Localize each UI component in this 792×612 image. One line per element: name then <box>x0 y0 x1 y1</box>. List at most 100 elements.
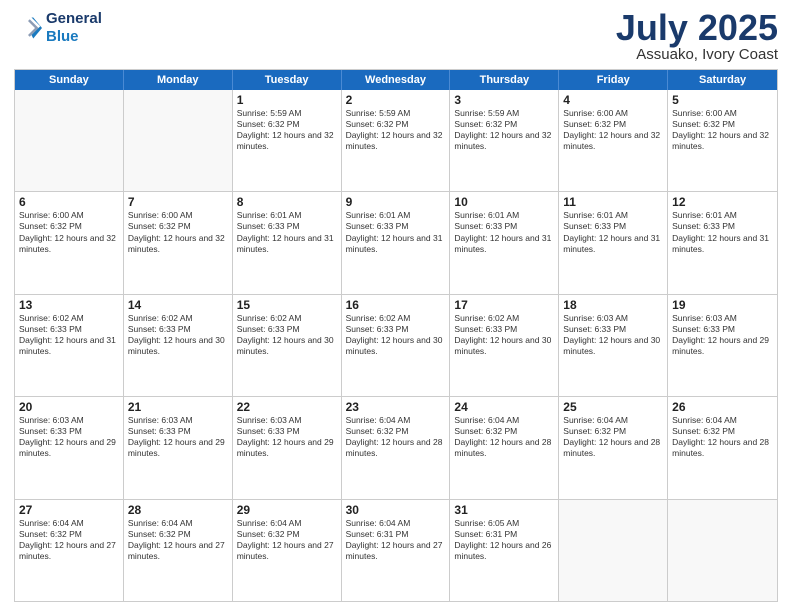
day-info: Sunrise: 6:02 AM Sunset: 6:33 PM Dayligh… <box>128 313 228 357</box>
calendar-cell: 22Sunrise: 6:03 AM Sunset: 6:33 PM Dayli… <box>233 397 342 498</box>
day-number: 12 <box>672 195 773 209</box>
day-info: Sunrise: 6:04 AM Sunset: 6:32 PM Dayligh… <box>563 415 663 459</box>
calendar-week-5: 27Sunrise: 6:04 AM Sunset: 6:32 PM Dayli… <box>15 499 777 601</box>
day-number: 2 <box>346 93 446 107</box>
logo: General Blue <box>14 10 102 46</box>
calendar-cell: 12Sunrise: 6:01 AM Sunset: 6:33 PM Dayli… <box>668 192 777 293</box>
calendar-cell: 16Sunrise: 6:02 AM Sunset: 6:33 PM Dayli… <box>342 295 451 396</box>
logo-icon <box>14 14 42 42</box>
day-number: 3 <box>454 93 554 107</box>
weekday-header-monday: Monday <box>124 70 233 90</box>
day-number: 14 <box>128 298 228 312</box>
calendar-week-4: 20 Sunrise: 6:03 AM Sunset: 6:33 PM Dayli… <box>15 396 777 498</box>
calendar-header-row: SundayMondayTuesdayWednesdayThursdayFrid… <box>15 70 777 90</box>
calendar-cell <box>668 500 777 601</box>
title-block: July 2025 Assuako, Ivory Coast <box>616 10 778 63</box>
calendar-cell: 17Sunrise: 6:02 AM Sunset: 6:33 PM Dayli… <box>450 295 559 396</box>
day-info: Sunrise: 6:00 AM Sunset: 6:32 PM Dayligh… <box>128 210 228 254</box>
day-info: Sunrise: 6:04 AM Sunset: 6:32 PM Dayligh… <box>19 518 119 562</box>
calendar-cell: 27Sunrise: 6:04 AM Sunset: 6:32 PM Dayli… <box>15 500 124 601</box>
calendar-cell: 24Sunrise: 6:04 AM Sunset: 6:32 PM Dayli… <box>450 397 559 498</box>
day-number: 30 <box>346 503 446 517</box>
calendar-cell: 25Sunrise: 6:04 AM Sunset: 6:32 PM Dayli… <box>559 397 668 498</box>
calendar-cell: 29Sunrise: 6:04 AM Sunset: 6:32 PM Dayli… <box>233 500 342 601</box>
day-info: Sunrise: 6:05 AM Sunset: 6:31 PM Dayligh… <box>454 518 554 562</box>
day-info: Sunrise: 6:02 AM Sunset: 6:33 PM Dayligh… <box>346 313 446 357</box>
calendar-cell: 20Sunrise: 6:03 AM Sunset: 6:33 PM Dayli… <box>15 397 124 498</box>
day-number: 23 <box>346 400 446 414</box>
day-number: 27 <box>19 503 119 517</box>
day-info: Sunrise: 6:04 AM Sunset: 6:32 PM Dayligh… <box>346 415 446 459</box>
calendar-cell: 5Sunrise: 6:00 AM Sunset: 6:32 PM Daylig… <box>668 90 777 191</box>
day-number: 10 <box>454 195 554 209</box>
calendar-cell: 11Sunrise: 6:01 AM Sunset: 6:33 PM Dayli… <box>559 192 668 293</box>
day-info: Sunrise: 6:03 AM Sunset: 6:33 PM Dayligh… <box>128 415 228 459</box>
day-number: 15 <box>237 298 337 312</box>
calendar-week-2: 6Sunrise: 6:00 AM Sunset: 6:32 PM Daylig… <box>15 191 777 293</box>
calendar-cell: 6Sunrise: 6:00 AM Sunset: 6:32 PM Daylig… <box>15 192 124 293</box>
day-number: 11 <box>563 195 663 209</box>
weekday-header-tuesday: Tuesday <box>233 70 342 90</box>
calendar-body: 1Sunrise: 5:59 AM Sunset: 6:32 PM Daylig… <box>15 90 777 601</box>
day-number: 26 <box>672 400 773 414</box>
day-info: Sunrise: 6:04 AM Sunset: 6:31 PM Dayligh… <box>346 518 446 562</box>
calendar-cell: 30Sunrise: 6:04 AM Sunset: 6:31 PM Dayli… <box>342 500 451 601</box>
weekday-header-sunday: Sunday <box>15 70 124 90</box>
calendar-cell: 15Sunrise: 6:02 AM Sunset: 6:33 PM Dayli… <box>233 295 342 396</box>
calendar-cell: 1Sunrise: 5:59 AM Sunset: 6:32 PM Daylig… <box>233 90 342 191</box>
day-info: Sunrise: 5:59 AM Sunset: 6:32 PM Dayligh… <box>346 108 446 152</box>
weekday-header-wednesday: Wednesday <box>342 70 451 90</box>
day-info: Sunrise: 6:00 AM Sunset: 6:32 PM Dayligh… <box>672 108 773 152</box>
calendar-cell: 28Sunrise: 6:04 AM Sunset: 6:32 PM Dayli… <box>124 500 233 601</box>
day-number: 8 <box>237 195 337 209</box>
day-number: 5 <box>672 93 773 107</box>
logo-text: General Blue <box>46 10 102 46</box>
day-number: 17 <box>454 298 554 312</box>
day-number: 29 <box>237 503 337 517</box>
calendar-week-3: 13Sunrise: 6:02 AM Sunset: 6:33 PM Dayli… <box>15 294 777 396</box>
calendar-cell: 26Sunrise: 6:04 AM Sunset: 6:32 PM Dayli… <box>668 397 777 498</box>
calendar-cell: 2Sunrise: 5:59 AM Sunset: 6:32 PM Daylig… <box>342 90 451 191</box>
day-number: 20 <box>19 400 119 414</box>
day-info: Sunrise: 6:03 AM Sunset: 6:33 PM Dayligh… <box>563 313 663 357</box>
calendar-cell: 13Sunrise: 6:02 AM Sunset: 6:33 PM Dayli… <box>15 295 124 396</box>
calendar-cell: 14Sunrise: 6:02 AM Sunset: 6:33 PM Dayli… <box>124 295 233 396</box>
calendar-cell: 3Sunrise: 5:59 AM Sunset: 6:32 PM Daylig… <box>450 90 559 191</box>
calendar-cell: 31Sunrise: 6:05 AM Sunset: 6:31 PM Dayli… <box>450 500 559 601</box>
page: General Blue July 2025 Assuako, Ivory Co… <box>0 0 792 612</box>
day-number: 22 <box>237 400 337 414</box>
calendar-cell: 4Sunrise: 6:00 AM Sunset: 6:32 PM Daylig… <box>559 90 668 191</box>
day-number: 4 <box>563 93 663 107</box>
day-number: 1 <box>237 93 337 107</box>
weekday-header-friday: Friday <box>559 70 668 90</box>
calendar-cell: 7Sunrise: 6:00 AM Sunset: 6:32 PM Daylig… <box>124 192 233 293</box>
day-number: 9 <box>346 195 446 209</box>
calendar-cell: 21Sunrise: 6:03 AM Sunset: 6:33 PM Dayli… <box>124 397 233 498</box>
day-info: Sunrise: 5:59 AM Sunset: 6:32 PM Dayligh… <box>237 108 337 152</box>
day-number: 16 <box>346 298 446 312</box>
day-number: 19 <box>672 298 773 312</box>
day-info: Sunrise: 6:03 AM Sunset: 6:33 PM Dayligh… <box>672 313 773 357</box>
day-number: 28 <box>128 503 228 517</box>
calendar-cell: 8Sunrise: 6:01 AM Sunset: 6:33 PM Daylig… <box>233 192 342 293</box>
day-number: 13 <box>19 298 119 312</box>
day-info: Sunrise: 6:00 AM Sunset: 6:32 PM Dayligh… <box>19 210 119 254</box>
location: Assuako, Ivory Coast <box>616 46 778 63</box>
day-number: 21 <box>128 400 228 414</box>
day-info: Sunrise: 5:59 AM Sunset: 6:32 PM Dayligh… <box>454 108 554 152</box>
day-info: Sunrise: 6:04 AM Sunset: 6:32 PM Dayligh… <box>237 518 337 562</box>
day-info: Sunrise: 6:01 AM Sunset: 6:33 PM Dayligh… <box>672 210 773 254</box>
header: General Blue July 2025 Assuako, Ivory Co… <box>14 10 778 63</box>
day-info: Sunrise: 6:01 AM Sunset: 6:33 PM Dayligh… <box>454 210 554 254</box>
day-info: Sunrise: 6:02 AM Sunset: 6:33 PM Dayligh… <box>237 313 337 357</box>
calendar-cell: 18Sunrise: 6:03 AM Sunset: 6:33 PM Dayli… <box>559 295 668 396</box>
day-number: 31 <box>454 503 554 517</box>
day-info: Sunrise: 6:01 AM Sunset: 6:33 PM Dayligh… <box>346 210 446 254</box>
month-title: July 2025 <box>616 10 778 46</box>
calendar-cell <box>15 90 124 191</box>
day-info: Sunrise: 6:04 AM Sunset: 6:32 PM Dayligh… <box>672 415 773 459</box>
day-info: Sunrise: 6:03 AM Sunset: 6:33 PM Dayligh… <box>237 415 337 459</box>
day-info: Sunrise: 6:02 AM Sunset: 6:33 PM Dayligh… <box>19 313 119 357</box>
day-number: 7 <box>128 195 228 209</box>
calendar-cell: 19Sunrise: 6:03 AM Sunset: 6:33 PM Dayli… <box>668 295 777 396</box>
